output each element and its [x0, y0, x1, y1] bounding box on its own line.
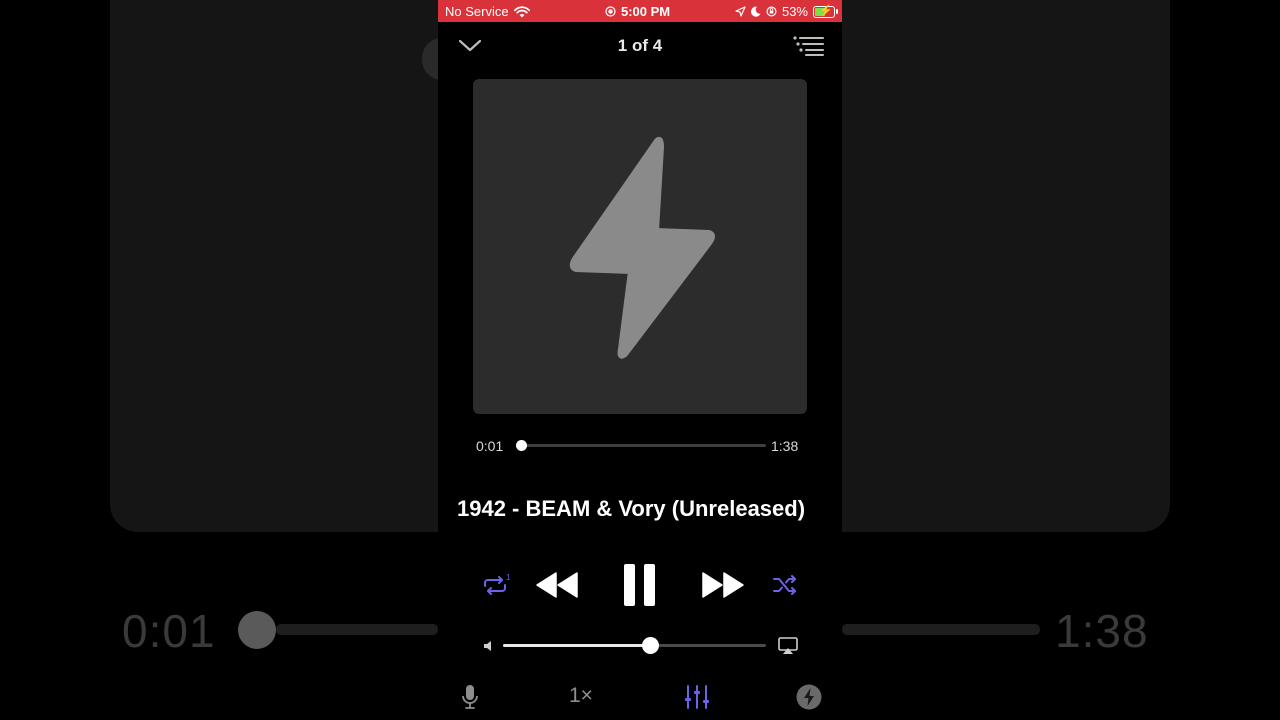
bottom-toolbar: 1×	[438, 680, 842, 716]
elapsed-time: 0:01	[476, 438, 504, 454]
volume-fill	[503, 644, 651, 647]
speaker-low-icon	[484, 641, 491, 651]
microphone-icon[interactable]	[462, 684, 478, 710]
album-artwork	[473, 79, 807, 414]
volume-control	[438, 634, 842, 658]
pause-icon[interactable]	[623, 563, 657, 607]
carrier-label: No Service	[445, 4, 509, 19]
backdrop-elapsed-time: 0:01	[122, 605, 216, 657]
status-center: 5:00 PM	[605, 4, 670, 19]
backdrop-progress-track-right	[842, 624, 1040, 635]
screen-recording-icon	[605, 6, 616, 17]
lightning-settings-icon[interactable]	[796, 684, 822, 710]
queue-list-icon[interactable]	[793, 36, 825, 56]
volume-slider[interactable]	[503, 637, 766, 654]
progress-track[interactable]	[516, 440, 766, 451]
now-playing-screen: No Service 5:00 PM 53% ⚡ 1 of 4 0:01 1:3…	[438, 0, 842, 720]
battery-percent: 53%	[781, 4, 808, 19]
airplay-icon[interactable]	[778, 637, 798, 655]
repeat-badge: 1	[506, 573, 511, 582]
track-title: 1942 - BEAM & Vory (Unreleased)	[457, 496, 806, 521]
clock: 5:00 PM	[621, 4, 671, 19]
backdrop-duration-time: 1:38	[1055, 605, 1149, 657]
battery-icon: ⚡	[813, 5, 838, 18]
progress-knob[interactable]	[516, 440, 528, 451]
backdrop-progress-knob	[238, 611, 276, 649]
repeat-one-icon[interactable]: 1	[481, 572, 511, 598]
status-left: No Service	[445, 4, 530, 19]
equalizer-icon[interactable]	[684, 684, 710, 710]
lightning-bolt-icon	[569, 136, 715, 359]
backdrop-progress-track	[276, 624, 438, 635]
status-bar: No Service 5:00 PM 53% ⚡	[438, 0, 842, 22]
rotation-lock-icon	[766, 6, 777, 17]
shuffle-icon[interactable]	[772, 575, 798, 595]
wifi-icon	[513, 5, 530, 17]
queue-position: 1 of 4	[617, 36, 663, 55]
rewind-icon[interactable]	[535, 571, 579, 599]
location-arrow-icon	[735, 6, 746, 17]
playback-progress: 0:01 1:38	[438, 436, 842, 456]
transport-controls: 1	[438, 560, 842, 610]
moon-icon	[750, 6, 761, 17]
volume-knob[interactable]	[642, 637, 660, 654]
status-right: 53% ⚡	[735, 4, 838, 19]
duration-time: 1:38	[771, 438, 799, 454]
fast-forward-icon[interactable]	[701, 571, 745, 599]
player-header: 1 of 4	[438, 30, 842, 62]
playback-speed-button[interactable]: 1×	[569, 684, 593, 708]
